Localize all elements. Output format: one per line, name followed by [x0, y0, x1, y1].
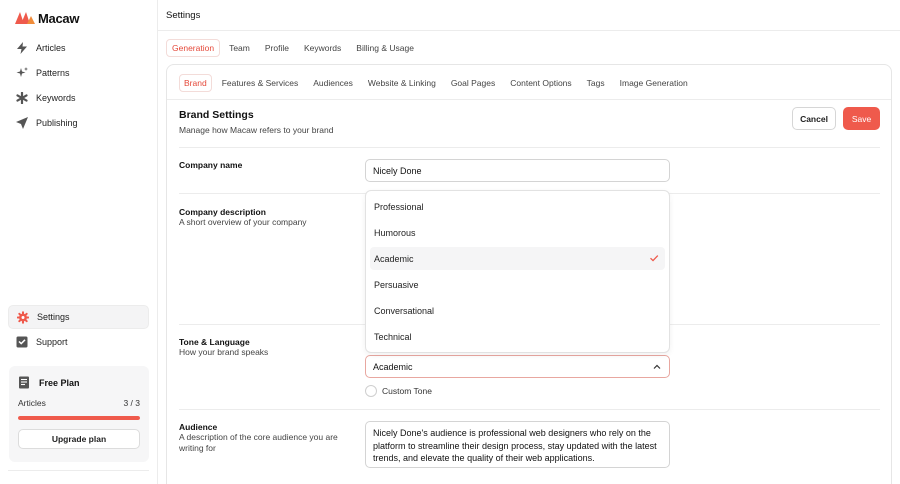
sidebar-item-patterns[interactable]: Patterns — [8, 61, 149, 85]
sidebar-item-label: Patterns — [36, 68, 70, 78]
custom-tone-option[interactable]: Custom Tone — [365, 385, 432, 397]
section-subtitle: Manage how Macaw refers to your brand — [179, 125, 334, 135]
tone-option-humorous[interactable]: Humorous — [370, 221, 665, 244]
generation-subtabs: Brand Features & Services Audiences Webs… — [179, 74, 698, 92]
subtab-audiences[interactable]: Audiences — [308, 74, 358, 92]
plan-usage-label: Articles — [18, 398, 46, 408]
chevron-up-icon — [653, 364, 661, 369]
bolt-icon — [16, 42, 28, 54]
tone-help: How your brand speaks — [179, 347, 269, 357]
custom-tone-label: Custom Tone — [382, 386, 432, 396]
plan-title: Free Plan — [39, 377, 80, 388]
tone-option-professional[interactable]: Professional — [370, 195, 665, 218]
option-label: Humorous — [374, 227, 416, 238]
company-name-label: Company name — [179, 160, 243, 170]
subtab-tags[interactable]: Tags — [582, 74, 610, 92]
support-icon — [16, 336, 28, 348]
sidebar-nav: Articles Patterns Keywords Publishing — [8, 36, 149, 136]
sidebar-item-label: Support — [36, 337, 68, 347]
audience-textarea[interactable]: Nicely Done's audience is professional w… — [365, 421, 670, 468]
tab-generation[interactable]: Generation — [166, 39, 221, 57]
sidebar-item-label: Settings — [37, 312, 70, 322]
section-title: Brand Settings — [179, 109, 254, 121]
tone-option-technical[interactable]: Technical — [370, 326, 665, 349]
tone-option-conversational[interactable]: Conversational — [370, 300, 665, 323]
sidebar-item-label: Publishing — [36, 118, 78, 128]
settings-panel: Brand Features & Services Audiences Webs… — [166, 64, 892, 484]
company-description-label: Company description — [179, 207, 266, 217]
tone-select[interactable]: Academic — [365, 355, 670, 378]
tab-keywords[interactable]: Keywords — [298, 39, 347, 57]
sparkle-icon — [16, 67, 28, 79]
sidebar-item-publishing[interactable]: Publishing — [8, 111, 149, 135]
tab-team[interactable]: Team — [223, 39, 256, 57]
upgrade-plan-button[interactable]: Upgrade plan — [18, 429, 140, 449]
subtab-website-linking[interactable]: Website & Linking — [363, 74, 441, 92]
custom-tone-radio[interactable] — [365, 385, 377, 397]
tone-option-academic[interactable]: Academic — [370, 247, 665, 271]
subtab-image-generation[interactable]: Image Generation — [615, 74, 693, 92]
option-label: Academic — [374, 253, 414, 264]
option-label: Technical — [374, 332, 412, 343]
subtabs-divider — [167, 99, 891, 100]
app-logo[interactable]: Macaw — [15, 10, 79, 26]
company-description-help: A short overview of your company — [179, 217, 307, 227]
cancel-button[interactable]: Cancel — [792, 107, 836, 130]
sidebar-item-label: Articles — [36, 43, 66, 53]
company-name-input[interactable] — [365, 159, 670, 182]
subtab-brand[interactable]: Brand — [179, 74, 212, 92]
settings-tabs: Generation Team Profile Keywords Billing… — [166, 39, 423, 57]
subtab-content-options[interactable]: Content Options — [505, 74, 576, 92]
tone-select-value: Academic — [373, 361, 413, 372]
page-title: Settings — [166, 10, 201, 21]
subtab-goal-pages[interactable]: Goal Pages — [446, 74, 500, 92]
macaw-logo-icon — [15, 12, 35, 24]
sidebar-item-articles[interactable]: Articles — [8, 36, 149, 60]
sidebar-item-support[interactable]: Support — [8, 330, 149, 354]
top-bar: Settings — [158, 0, 900, 31]
option-label: Persuasive — [374, 280, 419, 291]
plan-usage-bar — [18, 416, 140, 420]
audience-help: A description of the core audience you a… — [179, 432, 338, 453]
sidebar-item-settings[interactable]: Settings — [8, 305, 149, 329]
gear-icon — [17, 310, 29, 324]
sidebar-divider — [8, 470, 149, 471]
option-label: Conversational — [374, 306, 435, 317]
app-name: Macaw — [38, 10, 80, 26]
sidebar: Macaw Articles Patterns Keywords Publish… — [0, 0, 158, 484]
send-icon — [16, 117, 28, 129]
row-divider — [179, 409, 880, 410]
tab-billing-usage[interactable]: Billing & Usage — [350, 39, 420, 57]
sidebar-bottom-nav: Settings Support — [8, 305, 149, 355]
plan-card: Free Plan Articles 3 / 3 Upgrade plan — [9, 366, 149, 462]
check-icon — [650, 255, 659, 262]
tone-dropdown-menu: Professional Humorous Academic Persuasiv… — [365, 190, 670, 353]
tab-profile[interactable]: Profile — [259, 39, 295, 57]
plan-usage-value: 3 / 3 — [123, 398, 140, 408]
sidebar-item-label: Keywords — [36, 93, 76, 103]
row-divider — [179, 147, 880, 148]
save-button[interactable]: Save — [843, 107, 880, 130]
tone-option-persuasive[interactable]: Persuasive — [370, 274, 665, 297]
tone-label: Tone & Language — [179, 337, 250, 347]
subtab-features-services[interactable]: Features & Services — [217, 74, 304, 92]
audience-label: Audience — [179, 422, 218, 432]
asterisk-icon — [16, 92, 28, 104]
document-icon — [18, 376, 31, 389]
option-label: Professional — [374, 201, 424, 212]
sidebar-item-keywords[interactable]: Keywords — [8, 86, 149, 110]
plan-usage-bar-fill — [18, 416, 140, 420]
